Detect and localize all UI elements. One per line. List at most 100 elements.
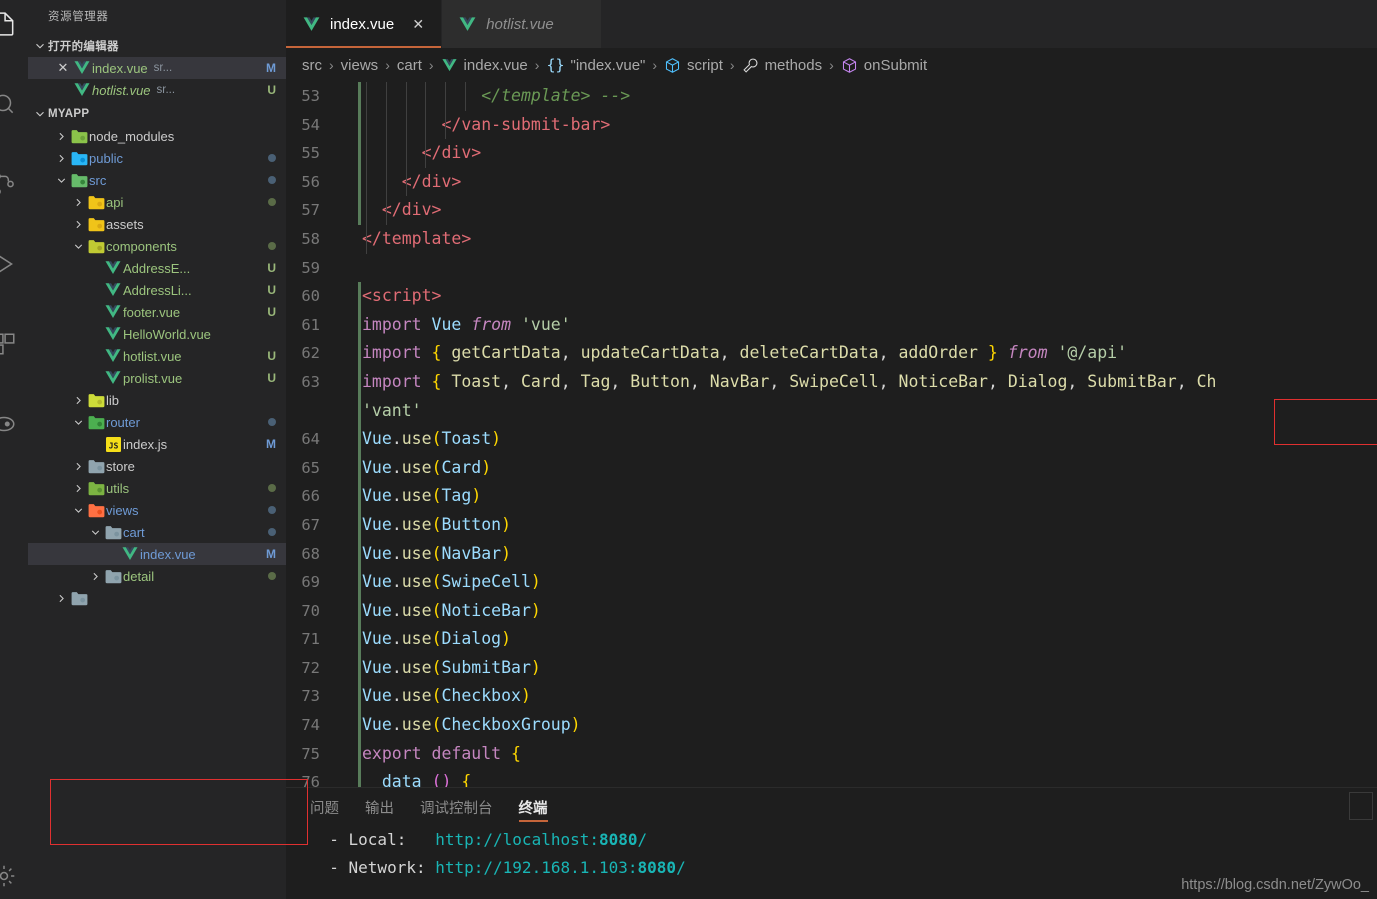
open-editor-item[interactable]: hotlist.vue sr... U (28, 79, 286, 101)
chevron-right-icon[interactable] (53, 150, 69, 166)
chevron-right-icon: › (329, 57, 334, 73)
chevron-right-icon[interactable] (70, 392, 86, 408)
chevron-down-icon[interactable] (70, 414, 86, 430)
panel-tab-other[interactable]: 输出 (365, 788, 394, 826)
tree-item-index-js[interactable]: JS index.js M (28, 433, 286, 455)
code-line-text: Vue.use(NoticeBar) (362, 600, 541, 620)
tree-item-store[interactable]: store (28, 455, 286, 477)
section-open-editors[interactable]: 打开的编辑器 (28, 35, 286, 57)
manage-gear-icon[interactable] (0, 858, 22, 894)
tree-item-router[interactable]: router (28, 411, 286, 433)
extensions-icon[interactable] (0, 326, 22, 362)
code-line-text: Vue.use(Toast) (362, 429, 502, 449)
line-number: 68 (301, 544, 320, 563)
editor-tab[interactable]: hotlist.vue (442, 0, 602, 48)
line-number: 73 (301, 687, 320, 706)
tree-item-cart[interactable]: cart (28, 521, 286, 543)
breadcrumb-item[interactable]: src (302, 57, 322, 74)
panel-tab-terminal[interactable]: 终端 (518, 788, 548, 826)
panel-action-box[interactable] (1349, 792, 1373, 820)
tree-item-label: assets (106, 216, 144, 232)
tree-item-addresse---[interactable]: AddressE... U (28, 257, 286, 279)
tree-item-helloworld-vue[interactable]: HelloWorld.vue (28, 323, 286, 345)
tree-item-public[interactable]: public (28, 147, 286, 169)
folder-icon (103, 523, 123, 542)
line-number: 54 (301, 115, 320, 134)
editor-tab[interactable]: index.vue ✕ (286, 0, 443, 48)
code-editor[interactable]: 53 </template> --> 54 </van-submit-bar> 55… (286, 82, 1377, 787)
explorer-icon[interactable] (0, 6, 22, 42)
chevron-right-icon[interactable] (70, 216, 86, 232)
tree-item-partial[interactable] (28, 587, 286, 609)
tree-item-utils[interactable]: utils (28, 477, 286, 499)
section-project[interactable]: MYAPP (28, 103, 286, 125)
panel-tab-other[interactable]: 调试控制台 (420, 788, 493, 826)
line-number: 63 (301, 372, 320, 391)
code-line: 58 </template> (286, 225, 1377, 254)
run-debug-icon[interactable] (0, 246, 22, 282)
tree-item-label: index.vue (140, 546, 196, 562)
tree-item-detail[interactable]: detail (28, 565, 286, 587)
line-number: 64 (301, 430, 320, 449)
tree-item-footer-vue[interactable]: footer.vue U (28, 301, 286, 323)
tree-item-index-vue[interactable]: index.vue M (28, 543, 286, 565)
code-line-text: 'vant' (362, 400, 422, 420)
code-line: 71 Vue.use(Dialog) (286, 625, 1377, 654)
code-line-text: data () { (381, 772, 472, 787)
tree-item-hotlist-vue[interactable]: hotlist.vue U (28, 345, 286, 367)
tree-item-lib[interactable]: lib (28, 389, 286, 411)
line-number: 75 (301, 744, 320, 763)
tree-item-addressli---[interactable]: AddressLi... U (28, 279, 286, 301)
close-icon[interactable]: ✕ (54, 60, 72, 76)
breadcrumb-item[interactable]: {} "index.vue" (546, 56, 645, 74)
tree-item-components[interactable]: components (28, 235, 286, 257)
tree-item-prolist-vue[interactable]: prolist.vue U (28, 367, 286, 389)
chevron-right-icon[interactable] (53, 590, 69, 606)
search-icon[interactable] (0, 86, 22, 122)
chevron-down-icon[interactable] (70, 502, 86, 518)
status-dot (268, 572, 276, 580)
breadcrumb-item[interactable]: cart (397, 57, 422, 74)
tree-item-views[interactable]: views (28, 499, 286, 521)
chevron-right-icon[interactable] (70, 194, 86, 210)
open-editor-item[interactable]: ✕ index.vue sr... M (28, 57, 286, 79)
status-badge: U (267, 371, 276, 385)
panel-tab-other[interactable]: 问题 (310, 788, 339, 826)
status-dot (268, 198, 276, 206)
tree-item-label: router (106, 414, 140, 430)
chevron-down-icon[interactable] (87, 524, 103, 540)
breadcrumb-item[interactable]: methods (742, 57, 822, 74)
chevron-right-icon[interactable] (70, 458, 86, 474)
cube-blue-icon (664, 57, 681, 74)
breadcrumb-item[interactable]: index.vue (441, 57, 528, 74)
vue-file-icon (103, 259, 123, 277)
tree-item-node-modules[interactable]: node_modules (28, 125, 286, 147)
breadcrumb-item[interactable]: onSubmit (841, 57, 927, 74)
folder-icon (103, 567, 123, 586)
chevron-right-icon: › (428, 57, 434, 73)
code-line-text: Vue.use(Dialog) (362, 629, 512, 649)
breadcrumb-item[interactable]: script (664, 57, 723, 74)
chevron-down-icon[interactable] (70, 238, 86, 254)
terminal-output[interactable]: - Local: http://localhost:8080/ - Networ… (286, 826, 1377, 882)
folder-icon (86, 193, 106, 212)
code-line-text: <script> (362, 286, 442, 306)
breadcrumb-item[interactable]: views (341, 57, 379, 74)
code-content: 53 </template> --> 54 </van-submit-bar> 55… (286, 82, 1377, 787)
source-control-icon[interactable] (0, 166, 22, 202)
chevron-right-icon[interactable] (53, 128, 69, 144)
status-badge: U (267, 349, 276, 363)
tree-item-src[interactable]: src (28, 169, 286, 191)
folder-icon (86, 501, 106, 520)
chevron-down-icon[interactable] (53, 172, 69, 188)
remote-explorer-icon[interactable] (0, 406, 22, 442)
folder-icon (86, 215, 106, 234)
tree-item-api[interactable]: api (28, 191, 286, 213)
chevron-right-icon[interactable] (70, 480, 86, 496)
folder-icon (86, 237, 106, 256)
chevron-right-icon[interactable] (87, 568, 103, 584)
code-line-text: </div> (401, 171, 462, 191)
code-line-text: Vue.use(Card) (362, 457, 492, 477)
close-icon[interactable]: ✕ (409, 15, 427, 33)
tree-item-assets[interactable]: assets (28, 213, 286, 235)
